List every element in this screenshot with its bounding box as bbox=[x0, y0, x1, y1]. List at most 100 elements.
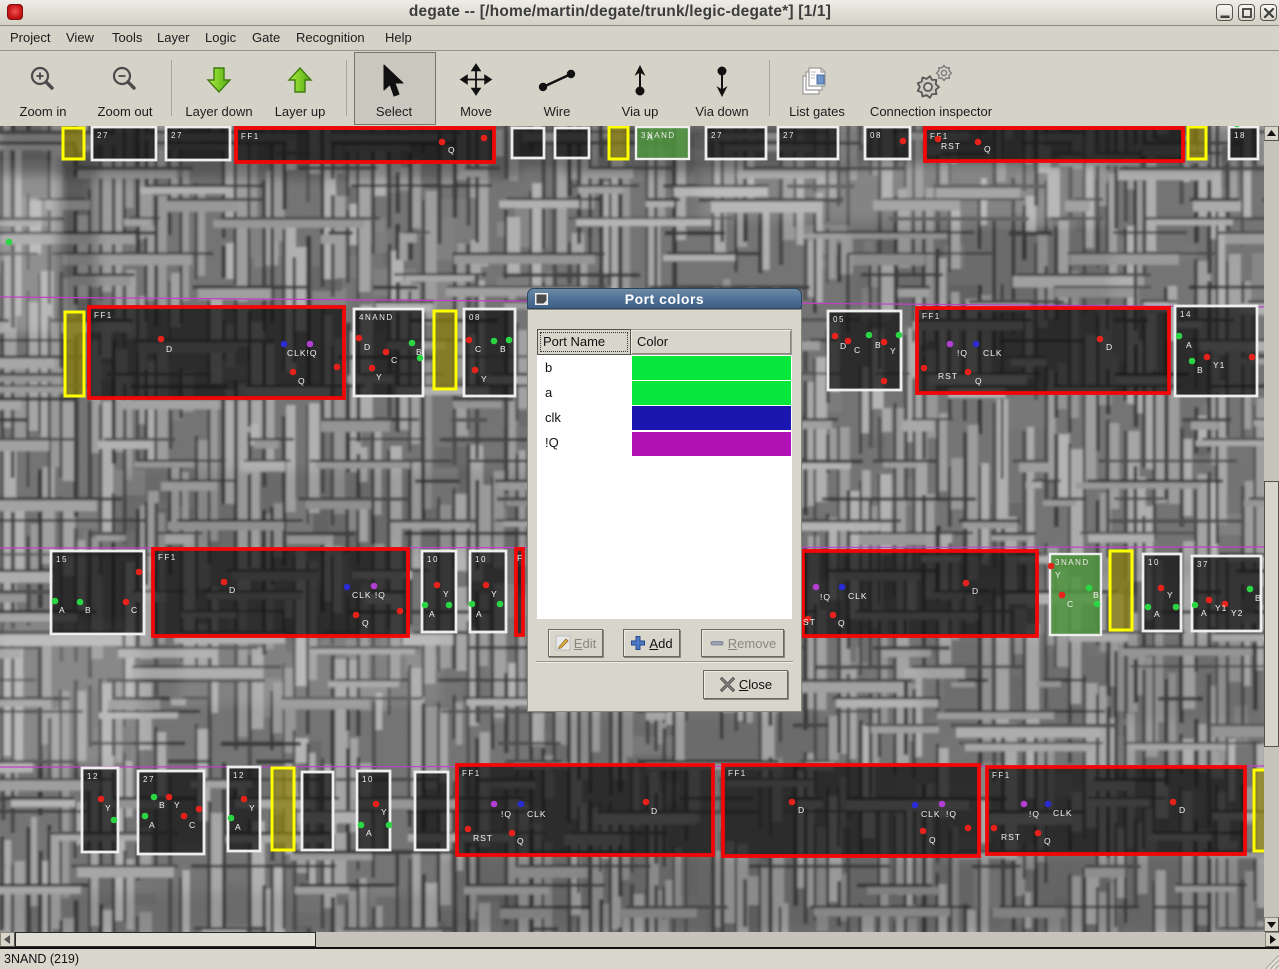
svg-text:Q: Q bbox=[838, 618, 846, 628]
svg-text:F: F bbox=[517, 553, 523, 563]
svg-text:A: A bbox=[149, 820, 156, 830]
svg-text:10: 10 bbox=[362, 775, 374, 784]
svg-text:12: 12 bbox=[233, 771, 245, 780]
svg-text:FF1: FF1 bbox=[728, 769, 747, 778]
svg-text:!Q: !Q bbox=[501, 809, 512, 819]
svg-text:B: B bbox=[1197, 365, 1204, 375]
svg-text:Y2: Y2 bbox=[1231, 608, 1243, 618]
svg-text:!Q: !Q bbox=[946, 809, 957, 819]
svg-text:08: 08 bbox=[870, 131, 882, 140]
svg-text:A: A bbox=[366, 828, 373, 838]
svg-text:B: B bbox=[500, 344, 507, 354]
svg-text:D: D bbox=[364, 342, 371, 352]
svg-text:D: D bbox=[1106, 342, 1113, 352]
svg-text:Y: Y bbox=[481, 374, 488, 384]
svg-text:CLK: CLK bbox=[1053, 808, 1073, 818]
svg-text:27: 27 bbox=[171, 131, 183, 140]
svg-text:CLK: CLK bbox=[848, 591, 868, 601]
svg-text:FF1: FF1 bbox=[922, 312, 941, 321]
svg-text:Y: Y bbox=[443, 589, 450, 599]
svg-text:14: 14 bbox=[1180, 310, 1192, 319]
svg-text:C: C bbox=[1067, 599, 1074, 609]
svg-text:05: 05 bbox=[833, 315, 845, 324]
svg-text:27: 27 bbox=[783, 131, 795, 140]
svg-text:D: D bbox=[651, 806, 658, 816]
svg-text:Y: Y bbox=[491, 589, 498, 599]
svg-text:B: B bbox=[1093, 590, 1100, 600]
svg-text:FF1: FF1 bbox=[241, 132, 260, 141]
svg-text:A: A bbox=[1186, 340, 1193, 350]
svg-text:Q: Q bbox=[362, 618, 370, 628]
svg-text:3NAND: 3NAND bbox=[1055, 558, 1090, 567]
svg-text:A: A bbox=[647, 132, 654, 142]
svg-text:D: D bbox=[798, 805, 805, 815]
svg-text:12: 12 bbox=[87, 772, 99, 781]
svg-text:B: B bbox=[416, 347, 423, 357]
svg-text:RST: RST bbox=[1001, 832, 1021, 842]
svg-text:Y: Y bbox=[890, 346, 897, 356]
svg-text:A: A bbox=[1154, 609, 1161, 619]
svg-text:RST: RST bbox=[473, 833, 493, 843]
svg-text:RST: RST bbox=[938, 371, 958, 381]
svg-text:A: A bbox=[59, 605, 66, 615]
svg-text:CLK!Q: CLK!Q bbox=[287, 348, 318, 358]
svg-text:Y: Y bbox=[174, 800, 181, 810]
svg-text:A: A bbox=[235, 822, 242, 832]
svg-text:C: C bbox=[475, 344, 482, 354]
svg-text:Y: Y bbox=[1055, 570, 1062, 580]
svg-text:Q: Q bbox=[984, 144, 992, 154]
svg-text:Y: Y bbox=[381, 807, 388, 817]
svg-text:08: 08 bbox=[469, 313, 481, 322]
svg-text:C: C bbox=[131, 605, 138, 615]
svg-text:CLK: CLK bbox=[921, 809, 941, 819]
svg-text:A: A bbox=[476, 609, 483, 619]
svg-text:CLK !Q: CLK !Q bbox=[352, 590, 386, 600]
svg-text:37: 37 bbox=[1197, 560, 1209, 569]
svg-text:FF1: FF1 bbox=[94, 311, 113, 320]
svg-text:10: 10 bbox=[1148, 558, 1160, 567]
svg-text:A: A bbox=[1201, 608, 1208, 618]
svg-text:Q: Q bbox=[975, 376, 983, 386]
svg-text:10: 10 bbox=[427, 555, 439, 564]
svg-text:D: D bbox=[166, 344, 173, 354]
svg-text:D: D bbox=[972, 586, 979, 596]
svg-text:FF1: FF1 bbox=[462, 769, 481, 778]
svg-text:27: 27 bbox=[711, 131, 723, 140]
svg-text:27: 27 bbox=[143, 775, 155, 784]
svg-text:FF1: FF1 bbox=[992, 771, 1011, 780]
svg-text:!Q: !Q bbox=[1029, 809, 1040, 819]
svg-text:C: C bbox=[391, 355, 398, 365]
svg-text:B: B bbox=[875, 340, 882, 350]
svg-text:Y: Y bbox=[105, 803, 112, 813]
svg-text:ST: ST bbox=[803, 617, 816, 627]
svg-text:!Q: !Q bbox=[820, 592, 831, 602]
svg-text:Q: Q bbox=[1044, 836, 1052, 846]
svg-text:18: 18 bbox=[1234, 131, 1246, 140]
svg-text:4NAND: 4NAND bbox=[359, 313, 394, 322]
svg-text:FF1: FF1 bbox=[158, 553, 177, 562]
svg-text:10: 10 bbox=[475, 555, 487, 564]
svg-text:Q: Q bbox=[298, 376, 306, 386]
svg-text:27: 27 bbox=[97, 131, 109, 140]
svg-text:CLK: CLK bbox=[527, 809, 547, 819]
svg-text:D: D bbox=[229, 585, 236, 595]
svg-text:!Q: !Q bbox=[957, 348, 968, 358]
svg-text:B: B bbox=[85, 605, 92, 615]
svg-text:Q: Q bbox=[929, 835, 937, 845]
svg-text:Y1: Y1 bbox=[1213, 360, 1225, 370]
svg-text:B: B bbox=[159, 800, 166, 810]
svg-text:Y: Y bbox=[1167, 590, 1174, 600]
svg-text:Q: Q bbox=[448, 145, 456, 155]
svg-text:B: B bbox=[1255, 593, 1262, 603]
svg-text:Y1: Y1 bbox=[1215, 603, 1227, 613]
svg-text:CLK: CLK bbox=[983, 348, 1003, 358]
svg-text:Y: Y bbox=[376, 372, 383, 382]
svg-text:15: 15 bbox=[56, 555, 68, 564]
svg-text:D: D bbox=[840, 341, 847, 351]
svg-text:RST: RST bbox=[941, 141, 961, 151]
svg-text:D: D bbox=[1179, 805, 1186, 815]
svg-text:C: C bbox=[189, 820, 196, 830]
svg-text:Q: Q bbox=[517, 836, 525, 846]
svg-text:A: A bbox=[429, 609, 436, 619]
svg-text:Y: Y bbox=[249, 803, 256, 813]
